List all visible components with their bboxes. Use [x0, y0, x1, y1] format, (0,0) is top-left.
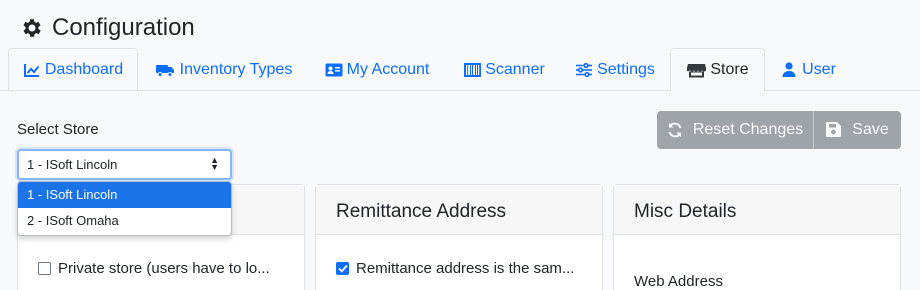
reset-changes-button[interactable]: Reset Changes	[657, 111, 814, 149]
tab-label: User	[802, 60, 836, 78]
floppy-disk-icon	[826, 122, 842, 138]
reset-changes-label: Reset Changes	[692, 121, 804, 138]
tab-label: Settings	[597, 60, 655, 78]
card-body: Private store (users have to lo...	[18, 260, 304, 277]
select-store-label: Select Store	[17, 121, 99, 138]
save-button[interactable]: Save	[814, 111, 901, 149]
user-icon	[780, 62, 798, 78]
tab-settings[interactable]: Settings	[567, 48, 663, 91]
card-body: Web Address	[614, 273, 900, 290]
sliders-icon	[575, 62, 593, 78]
tab-store[interactable]: Store	[670, 48, 765, 92]
card-title: Misc Details	[614, 185, 900, 235]
tab-inventory-types[interactable]: Inventory Types	[148, 48, 298, 91]
private-store-checkbox[interactable]	[38, 262, 51, 275]
sort-arrows-icon: ▲ ▼	[210, 155, 219, 172]
card-body: Remittance address is the sam...	[316, 260, 602, 277]
tab-label: Dashboard	[44, 61, 124, 78]
barcode-icon	[463, 62, 481, 78]
tab-label: Scanner	[485, 60, 545, 78]
truck-icon	[154, 62, 176, 78]
card-title: Remittance Address	[316, 185, 602, 235]
private-store-row: Private store (users have to lo...	[38, 260, 284, 277]
store-option-lincoln[interactable]: 1 - ISoft Lincoln	[18, 182, 231, 208]
remittance-same-checkbox[interactable]	[336, 262, 349, 275]
tab-scanner[interactable]: Scanner	[455, 48, 553, 91]
tab-my-account[interactable]: My Account	[313, 48, 441, 91]
store-select-value: 1 - ISoft Lincoln	[27, 157, 118, 172]
id-card-icon	[325, 62, 343, 78]
action-button-group: Reset Changes Save	[657, 111, 901, 149]
remittance-address-card: Remittance Address Remittance address is…	[315, 184, 603, 290]
tab-user[interactable]: User	[775, 48, 841, 91]
tab-label: My Account	[346, 60, 430, 78]
page-header: Configuration	[20, 13, 195, 43]
web-address-label: Web Address	[634, 273, 723, 290]
tab-label: Inventory Types	[179, 60, 293, 78]
page-title: Configuration	[52, 14, 195, 41]
store-icon	[686, 62, 706, 78]
remittance-same-label: Remittance address is the sam...	[356, 260, 575, 277]
chart-line-icon	[23, 62, 41, 78]
tab-dashboard[interactable]: Dashboard	[8, 48, 138, 91]
misc-details-card: Misc Details Web Address	[613, 184, 901, 290]
store-select-dropdown: 1 - ISoft Lincoln 2 - ISoft Omaha	[17, 181, 232, 236]
tab-bar: Dashboard Inventory Types My Account Sca…	[0, 48, 920, 92]
store-option-omaha[interactable]: 2 - ISoft Omaha	[18, 208, 231, 234]
refresh-icon	[667, 122, 683, 138]
save-label: Save	[852, 121, 889, 138]
check-icon	[337, 264, 348, 273]
store-select[interactable]: 1 - ISoft Lincoln ▲ ▼	[17, 149, 232, 180]
remittance-same-row: Remittance address is the sam...	[336, 260, 582, 277]
gear-icon	[23, 19, 41, 37]
tab-label: Store	[710, 61, 749, 78]
private-store-label: Private store (users have to lo...	[58, 260, 270, 277]
